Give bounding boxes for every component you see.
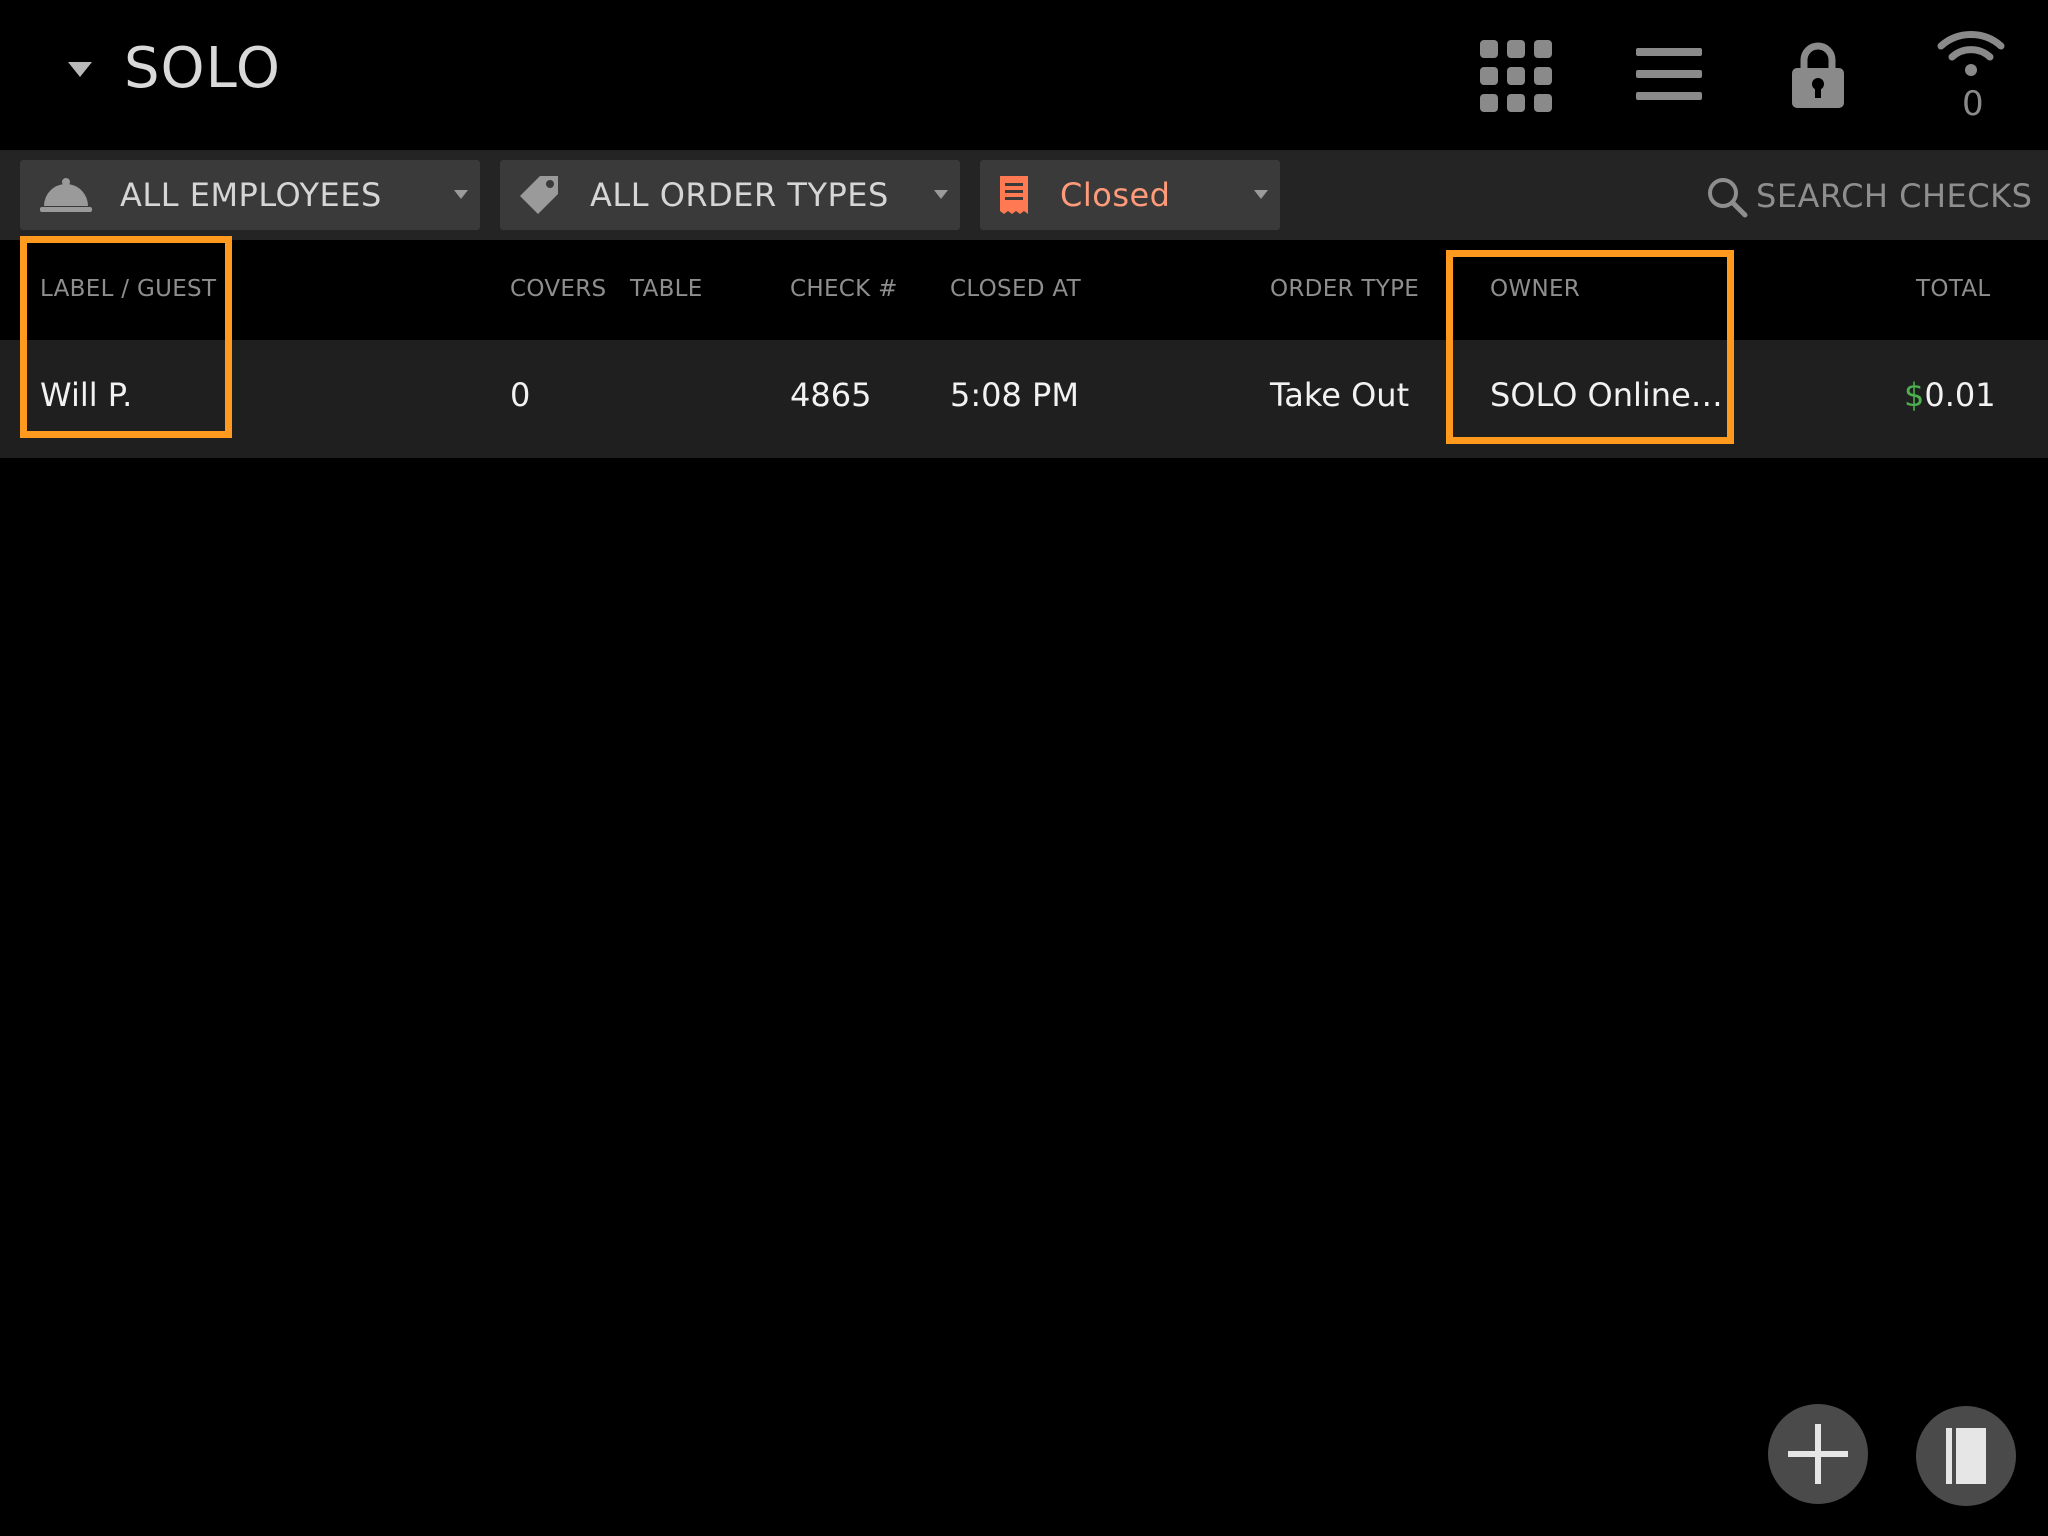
column-header-total[interactable]: TOTAL: [1916, 276, 1990, 302]
order-type-filter-dropdown[interactable]: ALL ORDER TYPES: [500, 160, 960, 230]
cloche-icon: [40, 178, 92, 212]
employee-filter-label: ALL EMPLOYEES: [120, 176, 382, 214]
tag-icon: [520, 176, 558, 214]
owner-cell: SOLO Online…: [1490, 376, 1723, 414]
table-row[interactable]: Will P. 0 4865 5:08 PM Take Out SOLO Onl…: [0, 340, 2048, 458]
order-type-cell: Take Out: [1270, 376, 1410, 414]
wifi-icon[interactable]: [1936, 28, 2006, 78]
column-header-label-guest[interactable]: LABEL / GUEST: [40, 276, 216, 302]
total-amount: 0.01: [1924, 376, 1996, 414]
check-number-cell: 4865: [790, 376, 872, 414]
column-header-order-type[interactable]: ORDER TYPE: [1270, 276, 1419, 302]
chevron-down-icon[interactable]: [68, 62, 92, 77]
dropdown-caret-icon: [1254, 190, 1268, 199]
search-icon: [1708, 178, 1748, 218]
currency-symbol: $: [1904, 376, 1925, 414]
status-filter-dropdown[interactable]: Closed: [980, 160, 1280, 230]
guest-cell: Will P.: [40, 376, 133, 414]
column-header-closed-at[interactable]: CLOSED AT: [950, 276, 1081, 302]
employee-filter-dropdown[interactable]: ALL EMPLOYEES: [20, 160, 480, 230]
closed-at-cell: 5:08 PM: [950, 376, 1079, 414]
panel-icon: [1946, 1428, 1986, 1484]
receipt-icon: [1000, 176, 1028, 214]
side-panel-button[interactable]: [1916, 1406, 2016, 1506]
lock-icon[interactable]: [1790, 38, 1846, 110]
offline-count: 0: [1962, 84, 1984, 124]
filter-bar: ALL EMPLOYEES ALL ORDER TYPES Closed SEA…: [0, 150, 2048, 240]
dropdown-caret-icon: [934, 190, 948, 199]
covers-cell: 0: [510, 376, 531, 414]
apps-grid-icon[interactable]: [1480, 40, 1552, 112]
search-placeholder: SEARCH CHECKS: [1756, 177, 2033, 215]
search-checks-input[interactable]: SEARCH CHECKS: [1700, 168, 2033, 224]
status-filter-label: Closed: [1060, 176, 1171, 214]
venue-name[interactable]: SOLO: [124, 36, 281, 101]
top-bar: SOLO 0: [0, 0, 2048, 150]
table-header: LABEL / GUEST COVERS TABLE CHECK # CLOSE…: [0, 240, 2048, 340]
column-header-owner[interactable]: OWNER: [1490, 276, 1580, 302]
total-cell: $0.01: [1904, 376, 1996, 414]
column-header-covers[interactable]: COVERS: [510, 276, 606, 302]
order-type-filter-label: ALL ORDER TYPES: [590, 176, 889, 214]
column-header-table[interactable]: TABLE: [630, 276, 703, 302]
column-header-check-number[interactable]: CHECK #: [790, 276, 898, 302]
menu-icon[interactable]: [1636, 44, 1702, 104]
app-root: SOLO 0 ALL EMPLOYEES ALL ORDER TYPES Clo…: [0, 0, 2048, 1536]
plus-icon: [1788, 1424, 1848, 1484]
add-check-button[interactable]: [1768, 1404, 1868, 1504]
dropdown-caret-icon: [454, 190, 468, 199]
